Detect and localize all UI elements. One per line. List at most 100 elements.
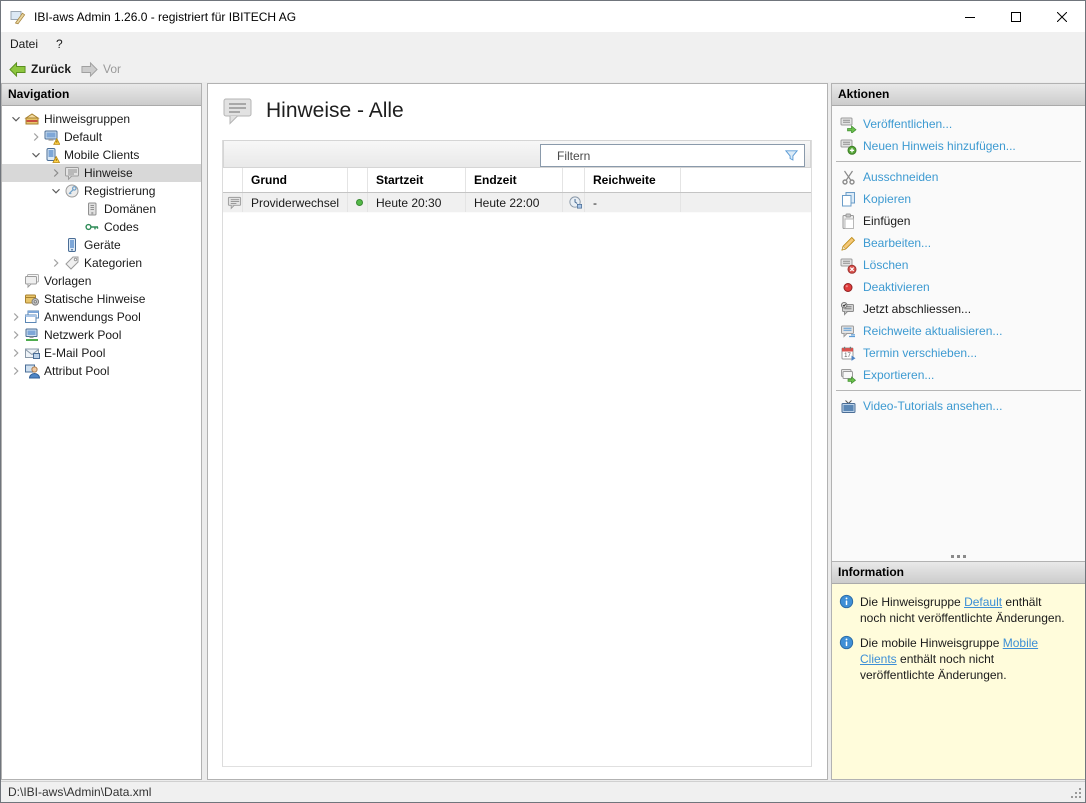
copy-icon <box>840 191 857 208</box>
status-active-icon <box>348 193 368 212</box>
table-row[interactable]: Providerwechsel Heute 20:30 Heute 22:00 … <box>223 193 811 213</box>
action-bearbeiten[interactable]: Bearbeiten... <box>832 232 1085 254</box>
tree-item-registrierung[interactable]: Registrierung <box>2 182 201 200</box>
tag-icon <box>64 255 80 271</box>
domain-icon <box>84 201 100 217</box>
tree-item-geraete[interactable]: Geräte <box>2 236 201 254</box>
action-reichweite-aktualisieren[interactable]: Reichweite aktualisieren... <box>832 320 1085 342</box>
tree-item-netzwerk-pool[interactable]: Netzwerk Pool <box>2 326 201 344</box>
tree-item-default[interactable]: Default <box>2 128 201 146</box>
menu-datei[interactable]: Datei <box>1 33 47 55</box>
action-video-tutorials[interactable]: Video-Tutorials ansehen... <box>832 395 1085 417</box>
filter-funnel-icon[interactable] <box>784 148 799 163</box>
mobile-warning-icon <box>44 147 60 163</box>
menu-help[interactable]: ? <box>47 33 72 55</box>
device-icon <box>64 237 80 253</box>
action-termin-verschieben[interactable]: 17 Termin verschieben... <box>832 342 1085 364</box>
tree-item-domaenen[interactable]: Domänen <box>2 200 201 218</box>
actions-panel: Aktionen Veröffentlichen... Neuen Hinwei… <box>831 83 1086 780</box>
close-button[interactable] <box>1039 1 1085 32</box>
action-veroeffentlichen[interactable]: Veröffentlichen... <box>832 113 1085 135</box>
chevron-right-icon[interactable] <box>8 309 24 325</box>
add-notice-icon <box>840 138 857 155</box>
chevron-down-icon[interactable] <box>48 183 64 199</box>
video-tutorials-icon <box>840 398 857 415</box>
tree-item-email-pool[interactable]: E-Mail Pool <box>2 344 201 362</box>
tree-item-statische-hinweise[interactable]: Statische Hinweise <box>2 290 201 308</box>
maximize-icon <box>1011 12 1021 22</box>
navigation-header: Navigation <box>2 84 201 106</box>
actions-separator <box>836 161 1081 162</box>
maximize-button[interactable] <box>993 1 1039 32</box>
filter-input[interactable] <box>541 147 784 164</box>
action-deaktivieren[interactable]: Deaktivieren <box>832 276 1085 298</box>
tree-item-hinweise[interactable]: Hinweise <box>2 164 201 182</box>
reach-pending-icon <box>563 193 585 212</box>
chevron-right-icon[interactable] <box>8 345 24 361</box>
minimize-button[interactable] <box>947 1 993 32</box>
info-link-default[interactable]: Default <box>964 595 1002 609</box>
action-neuer-hinweis[interactable]: Neuen Hinweis hinzufügen... <box>832 135 1085 157</box>
template-icon <box>24 273 40 289</box>
navigation-panel: Navigation Hinweisgruppen Default Mobile… <box>1 83 202 780</box>
col-reichweite[interactable]: Reichweite <box>585 168 681 192</box>
col-filler <box>681 168 811 192</box>
minimize-icon <box>965 12 975 22</box>
tree-item-mobile-clients[interactable]: Mobile Clients <box>2 146 201 164</box>
information-body: Die Hinweisgruppe Default enthält noch n… <box>832 584 1085 779</box>
chevron-right-icon[interactable] <box>28 129 44 145</box>
forward-icon <box>80 61 99 78</box>
tree-item-codes[interactable]: Codes <box>2 218 201 236</box>
col-reach-icon[interactable] <box>563 168 585 192</box>
table-header: Grund Startzeit Endzeit Reichweite <box>223 168 811 193</box>
tree-item-hinweisgruppen[interactable]: Hinweisgruppen <box>2 110 201 128</box>
notices-page-icon <box>222 96 254 126</box>
menu-bar: Datei ? <box>1 32 1085 56</box>
toolbar: Zurück Vor <box>1 56 1085 82</box>
deactivate-icon <box>840 279 857 296</box>
col-startzeit[interactable]: Startzeit <box>368 168 466 192</box>
resize-grip[interactable] <box>1070 787 1082 799</box>
action-ausschneiden[interactable]: Ausschneiden <box>832 166 1085 188</box>
actions-separator <box>836 390 1081 391</box>
notice-groups-icon <box>24 111 40 127</box>
action-loeschen[interactable]: Löschen <box>832 254 1085 276</box>
action-einfuegen[interactable]: Einfügen <box>832 210 1085 232</box>
page-title: Hinweise - Alle <box>266 99 404 123</box>
email-pool-icon <box>24 345 40 361</box>
actions-header: Aktionen <box>832 84 1085 106</box>
col-endzeit[interactable]: Endzeit <box>466 168 563 192</box>
back-button[interactable]: Zurück <box>5 59 77 80</box>
info-item-default: Die Hinweisgruppe Default enthält noch n… <box>839 594 1077 626</box>
export-icon <box>840 367 857 384</box>
app-icon <box>10 9 26 25</box>
action-jetzt-abschliessen[interactable]: Jetzt abschliessen... <box>832 298 1085 320</box>
col-status[interactable] <box>348 168 368 192</box>
status-path: D:\IBI-aws\Admin\Data.xml <box>8 785 151 799</box>
filter-bar <box>223 140 811 168</box>
tree-item-kategorien[interactable]: Kategorien <box>2 254 201 272</box>
tree-item-anwendungs-pool[interactable]: Anwendungs Pool <box>2 308 201 326</box>
tree-item-vorlagen[interactable]: Vorlagen <box>2 272 201 290</box>
info-icon <box>839 594 854 626</box>
information-header: Information <box>832 562 1085 584</box>
splitter-grip-icon <box>951 555 966 558</box>
application-pool-icon <box>24 309 40 325</box>
action-exportieren[interactable]: Exportieren... <box>832 364 1085 386</box>
chevron-right-icon[interactable] <box>48 165 64 181</box>
workspace: Navigation Hinweisgruppen Default Mobile… <box>1 82 1085 781</box>
chevron-right-icon[interactable] <box>48 255 64 271</box>
panel-splitter[interactable] <box>832 552 1085 561</box>
chevron-down-icon[interactable] <box>8 111 24 127</box>
info-icon <box>839 635 854 683</box>
forward-button[interactable]: Vor <box>77 59 127 80</box>
chevron-down-icon[interactable] <box>28 147 44 163</box>
notices-table: Grund Startzeit Endzeit Reichweite Provi… <box>222 140 812 767</box>
chevron-right-icon[interactable] <box>8 363 24 379</box>
col-grund[interactable]: Grund <box>243 168 348 192</box>
col-icon[interactable] <box>223 168 243 192</box>
paste-icon <box>840 213 857 230</box>
chevron-right-icon[interactable] <box>8 327 24 343</box>
tree-item-attribut-pool[interactable]: Attribut Pool <box>2 362 201 380</box>
action-kopieren[interactable]: Kopieren <box>832 188 1085 210</box>
